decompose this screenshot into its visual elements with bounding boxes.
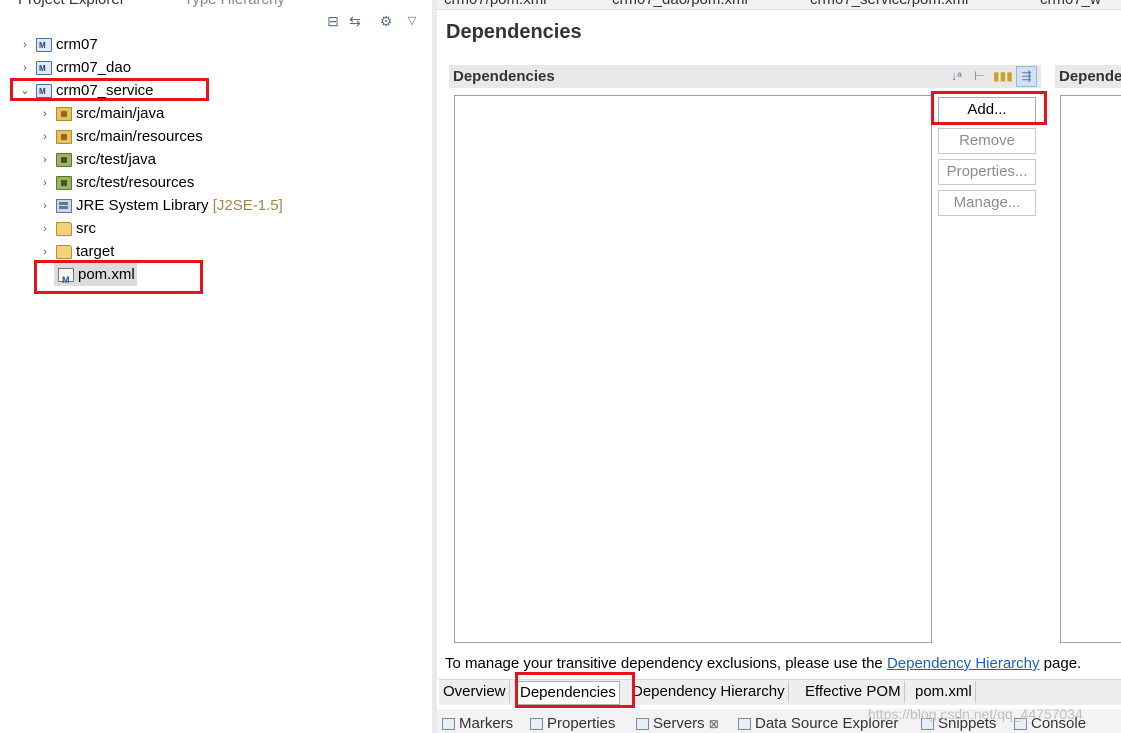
tree-item-crm07[interactable]: › crm07: [18, 33, 98, 57]
show-version-icon[interactable]: ▮▮▮: [993, 67, 1013, 86]
tree-item-decoration: [J2SE-1.5]: [212, 196, 283, 214]
note-suffix: page.: [1039, 655, 1082, 672]
page-tab-pom-xml[interactable]: pom.xml: [912, 681, 976, 703]
view-tab-label: Servers: [653, 715, 705, 732]
tab-label: crm07_dao/pom.xml: [612, 0, 748, 8]
note-prefix: To manage your transitive dependency exc…: [445, 655, 887, 672]
editor-tab-crm07-pom[interactable]: crm07/pom.xml: [444, 0, 547, 9]
chevron-right-icon[interactable]: ›: [38, 172, 52, 194]
tree-item-crm07-service[interactable]: ⌄ crm07_service: [18, 79, 154, 103]
chevron-down-icon[interactable]: ⌄: [18, 80, 32, 102]
tab-project-explorer[interactable]: Project Explorer: [18, 0, 125, 9]
editor-tab-crm07-service-pom[interactable]: crm07_service/pom.xml: [810, 0, 968, 9]
tree-item-src[interactable]: › src: [38, 217, 96, 240]
tab-type-hierarchy[interactable]: Type Hierarchy: [184, 0, 285, 9]
tree-item-label: crm07: [56, 35, 98, 53]
tree-item-label: JRE System Library: [76, 196, 209, 214]
chevron-right-icon[interactable]: ›: [38, 126, 52, 148]
view-splitter[interactable]: [432, 0, 437, 733]
exclusions-note: To manage your transitive dependency exc…: [445, 655, 1081, 672]
tree-item-label: pom.xml: [78, 265, 135, 283]
data-source-explorer-icon: [738, 717, 751, 730]
maven-project-icon: [36, 58, 52, 80]
tree-item-target[interactable]: › target: [38, 240, 114, 263]
folder-icon: [56, 244, 72, 259]
maven-project-icon: [36, 81, 52, 103]
focus-icon[interactable]: ⚙: [377, 12, 395, 30]
folder-icon: [56, 221, 72, 236]
tree-item-src-test-java[interactable]: › src/test/java: [38, 148, 156, 171]
watermark: https://blog.csdn.net/qq_44757034: [868, 706, 1083, 722]
source-folder-icon: [56, 129, 72, 144]
tree-item-src-main-java[interactable]: › src/main/java: [38, 102, 164, 125]
view-tab-markers[interactable]: Markers: [442, 715, 513, 732]
close-icon[interactable]: ⊠: [709, 717, 719, 731]
dependencies-list[interactable]: [454, 95, 932, 643]
maven-project-icon: [36, 35, 52, 57]
add-button[interactable]: Add...: [938, 97, 1036, 123]
dependency-management-list[interactable]: [1060, 95, 1121, 643]
tree-item-label: crm07_service: [56, 81, 154, 99]
form-title: Dependencies: [446, 21, 582, 43]
library-icon: [56, 198, 72, 213]
editor-tab-crm07-web[interactable]: crm07_w: [1040, 0, 1101, 9]
tree-item-label: src/main/resources: [76, 127, 203, 145]
remove-button[interactable]: Remove: [938, 128, 1036, 154]
tree-item-src-main-resources[interactable]: › src/main/resources: [38, 125, 203, 148]
properties-icon: [530, 717, 543, 730]
dependency-management-title: Dependency Management: [1059, 68, 1121, 85]
chevron-right-icon[interactable]: ›: [18, 34, 32, 56]
tree-item-label: target: [76, 242, 115, 260]
page-tab-overview[interactable]: Overview: [440, 681, 510, 703]
source-folder-icon: [56, 106, 72, 121]
page-tab-dependencies[interactable]: Dependencies: [516, 681, 620, 705]
page-tab-dependency-hierarchy[interactable]: Dependency Hierarchy: [629, 681, 789, 703]
chevron-right-icon[interactable]: ›: [38, 218, 52, 240]
chevron-right-icon[interactable]: ›: [38, 241, 52, 263]
tree-item-jre-system-library[interactable]: › JRE System Library [J2SE-1.5]: [38, 194, 283, 217]
test-source-folder-icon: [56, 175, 72, 190]
dependency-hierarchy-link[interactable]: Dependency Hierarchy: [887, 655, 1040, 672]
pom-file-icon: [58, 267, 74, 291]
view-tab-label: Markers: [459, 715, 514, 732]
chevron-right-icon[interactable]: ›: [38, 149, 52, 171]
tab-label: crm07_w: [1040, 0, 1101, 8]
page-tab-effective-pom[interactable]: Effective POM: [802, 681, 905, 703]
tab-label: crm07_service/pom.xml: [810, 0, 968, 8]
chevron-right-icon[interactable]: ›: [18, 57, 32, 79]
tree-item-label: src/test/resources: [76, 173, 195, 191]
view-tab-properties[interactable]: Properties: [530, 715, 615, 732]
tree-item-pom-xml[interactable]: pom.xml: [54, 263, 137, 291]
tree-item-label: src/main/java: [76, 104, 165, 122]
servers-icon: [636, 717, 649, 730]
test-source-folder-icon: [56, 152, 72, 167]
view-tab-servers[interactable]: Servers ⊠: [636, 715, 719, 732]
tree-item-crm07-dao[interactable]: › crm07_dao: [18, 56, 132, 80]
project-explorer-view: Project Explorer Type Hierarchy ⊟ ⇆ ⚙ ▽ …: [0, 0, 432, 733]
tree-item-label: src/test/java: [76, 150, 157, 168]
tab-label: crm07/pom.xml: [444, 0, 547, 8]
view-tab-label: Properties: [547, 715, 616, 732]
tree-item-label: crm07_dao: [56, 58, 132, 76]
properties-button[interactable]: Properties...: [938, 159, 1036, 185]
filter-icon[interactable]: ⇶: [1016, 66, 1037, 87]
show-groupid-icon[interactable]: ⊢: [970, 67, 989, 86]
manage-button[interactable]: Manage...: [938, 190, 1036, 216]
collapse-all-icon[interactable]: ⊟: [324, 12, 342, 30]
editor-tab-crm07-dao-pom[interactable]: crm07_dao/pom.xml: [612, 0, 748, 9]
markers-icon: [442, 717, 455, 730]
chevron-right-icon[interactable]: ›: [38, 103, 52, 125]
chevron-right-icon[interactable]: ›: [38, 195, 52, 217]
tree-item-src-test-resources[interactable]: › src/test/resources: [38, 171, 194, 194]
link-with-editor-icon[interactable]: ⇆: [346, 12, 364, 30]
tree-item-label: src: [76, 219, 96, 237]
sort-alphabetically-icon[interactable]: ↓ᵃ: [947, 67, 966, 86]
dependencies-section-title: Dependencies: [453, 68, 555, 85]
view-menu-icon[interactable]: ▽: [403, 12, 421, 30]
